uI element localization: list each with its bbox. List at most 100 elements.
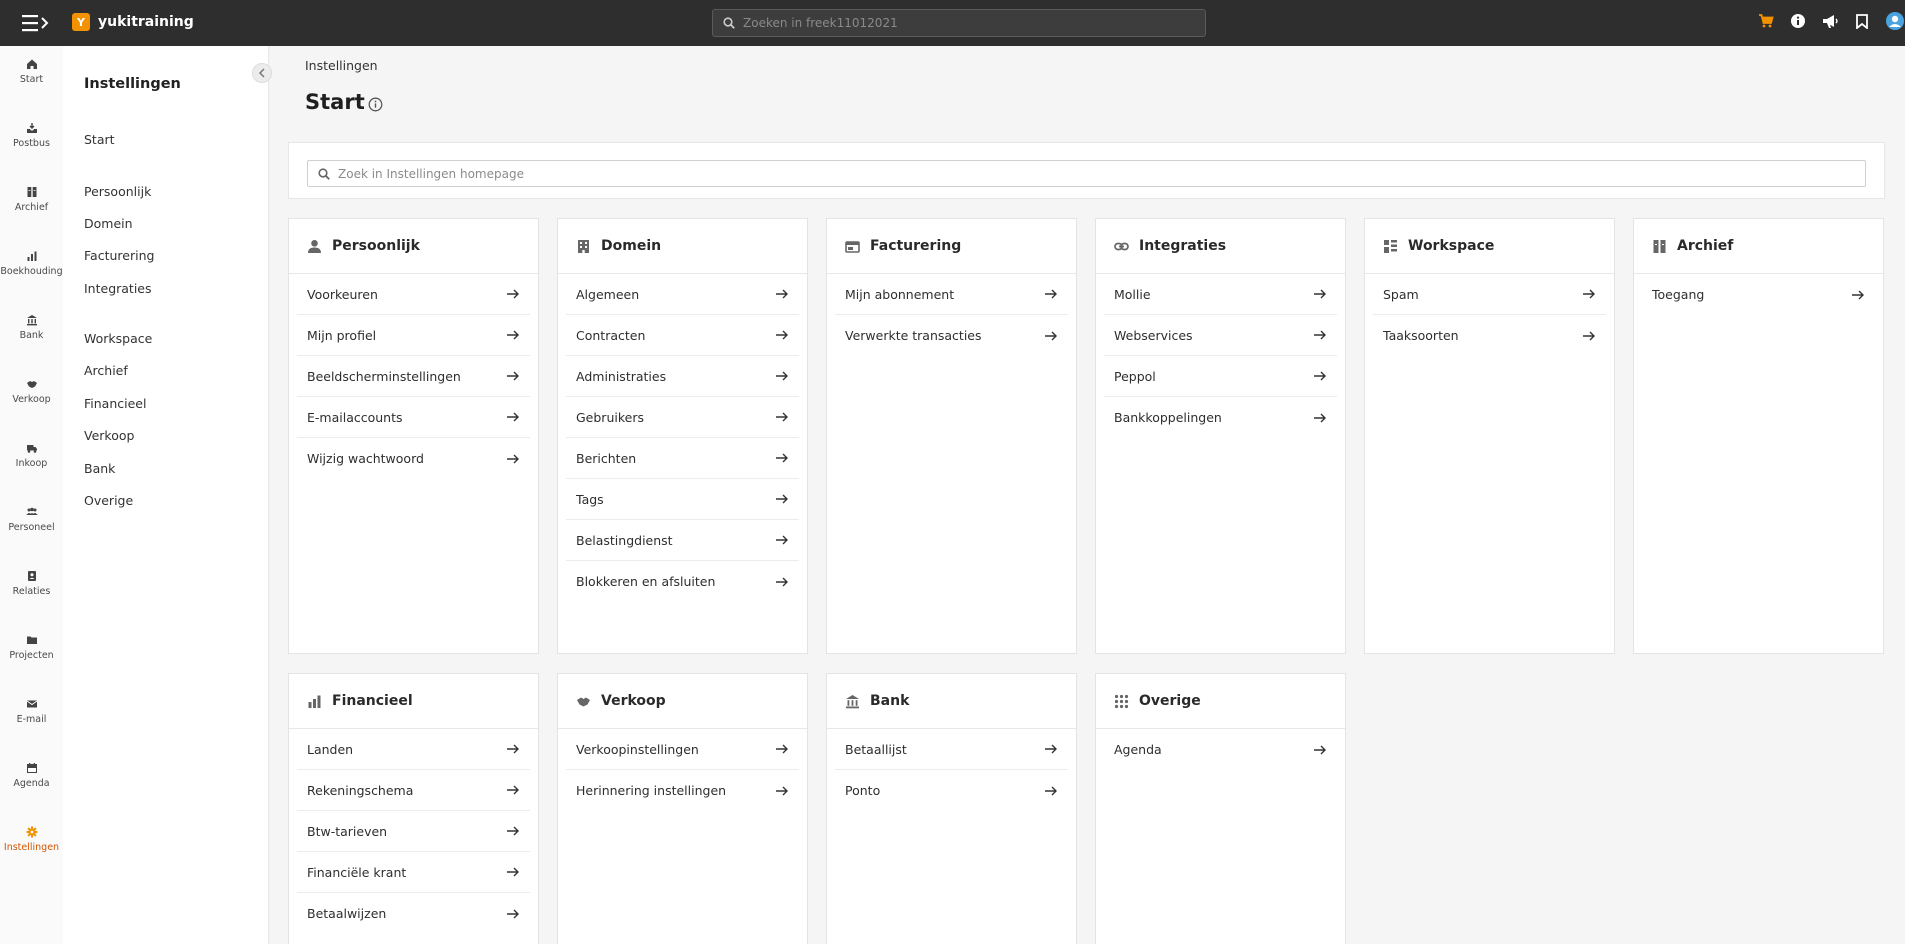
settings-link-label: Mijn profiel: [307, 327, 377, 343]
rail-item-relaties[interactable]: Relaties: [0, 558, 63, 618]
brand[interactable]: Y yukitraining: [72, 13, 194, 31]
collapse-subnav-button[interactable]: [252, 63, 272, 83]
settings-link[interactable]: Toegang: [1642, 274, 1875, 315]
settings-link[interactable]: Rekeningschema: [297, 770, 530, 811]
settings-link[interactable]: Agenda: [1104, 729, 1337, 770]
bank-icon: [846, 694, 859, 708]
subnav-title: Instellingen: [84, 76, 181, 92]
settings-link[interactable]: Taaksoorten: [1373, 315, 1606, 356]
settings-link[interactable]: Bankkoppelingen: [1104, 397, 1337, 438]
card-bank: Bank Betaallijst Ponto: [826, 673, 1077, 944]
subnav-item-integraties[interactable]: Integraties: [84, 281, 152, 296]
menu-toggle-icon[interactable]: [22, 14, 50, 32]
settings-link-label: Contracten: [576, 327, 646, 343]
settings-link[interactable]: Financiële krant: [297, 852, 530, 893]
settings-link[interactable]: Ponto: [835, 770, 1068, 811]
rail-label: Relaties: [12, 586, 51, 597]
rail-label: Agenda: [13, 778, 50, 789]
rail-item-boekhouding[interactable]: Boekhouding: [0, 238, 63, 298]
settings-link[interactable]: Mijn profiel: [297, 315, 530, 356]
settings-link[interactable]: Voorkeuren: [297, 274, 530, 315]
subnav-item-financieel[interactable]: Financieel: [84, 396, 146, 411]
brand-logo-icon: Y: [72, 13, 90, 31]
global-search-input[interactable]: [743, 16, 1183, 30]
user-avatar-icon[interactable]: [1885, 12, 1905, 30]
rail-item-projecten[interactable]: Projecten: [0, 622, 63, 682]
settings-link[interactable]: E-mailaccounts: [297, 397, 530, 438]
rail-item-start[interactable]: Start: [0, 46, 63, 106]
arrow-right-icon: [1314, 289, 1326, 299]
settings-link[interactable]: Mollie: [1104, 274, 1337, 315]
settings-link[interactable]: Verwerkte transacties: [835, 315, 1068, 356]
settings-link[interactable]: Beeldscherminstellingen: [297, 356, 530, 397]
settings-link-label: Voorkeuren: [307, 286, 378, 302]
rail-label: Postbus: [13, 138, 50, 149]
subnav-item-bank[interactable]: Bank: [84, 461, 115, 476]
settings-link[interactable]: Contracten: [566, 315, 799, 356]
settings-link[interactable]: Mijn abonnement: [835, 274, 1068, 315]
arrow-right-icon: [776, 330, 788, 340]
billing-icon: [845, 240, 860, 253]
settings-search[interactable]: [307, 160, 1866, 187]
rail-item-personeel[interactable]: Personeel: [0, 494, 63, 554]
global-search[interactable]: [712, 9, 1206, 37]
settings-link[interactable]: Blokkeren en afsluiten: [566, 561, 799, 602]
settings-link[interactable]: Wijzig wachtwoord: [297, 438, 530, 479]
rail-label: Inkoop: [15, 458, 48, 469]
subnav-item-facturering[interactable]: Facturering: [84, 248, 154, 263]
subnav-item-overige[interactable]: Overige: [84, 493, 133, 508]
info-circle-icon[interactable]: [368, 97, 383, 112]
settings-link[interactable]: Gebruikers: [566, 397, 799, 438]
settings-link[interactable]: Verkoopinstellingen: [566, 729, 799, 770]
subnav-item-persoonlijk[interactable]: Persoonlijk: [84, 184, 151, 199]
rail-item-email[interactable]: E-mail: [0, 686, 63, 746]
megaphone-icon[interactable]: [1821, 12, 1839, 30]
settings-link-label: Belastingdienst: [576, 532, 673, 548]
subnav-item-workspace[interactable]: Workspace: [84, 331, 152, 346]
settings-link[interactable]: Administraties: [566, 356, 799, 397]
settings-link-label: Landen: [307, 741, 354, 757]
info-icon[interactable]: [1789, 12, 1807, 30]
card-header: Bank: [827, 674, 1076, 729]
bookmark-icon[interactable]: [1853, 12, 1871, 30]
settings-link[interactable]: Peppol: [1104, 356, 1337, 397]
card-header: Persoonlijk: [289, 219, 538, 274]
settings-link-label: Mijn abonnement: [845, 286, 955, 302]
rail-item-postbus[interactable]: Postbus: [0, 110, 63, 170]
rail-label: Start: [19, 74, 44, 85]
rail-item-bank[interactable]: Bank: [0, 302, 63, 362]
rail-item-verkoop[interactable]: Verkoop: [0, 366, 63, 426]
settings-link[interactable]: Algemeen: [566, 274, 799, 315]
subnav-item-verkoop[interactable]: Verkoop: [84, 428, 134, 443]
settings-search-input[interactable]: [338, 166, 1838, 181]
settings-link[interactable]: Betaallijst: [835, 729, 1068, 770]
settings-link[interactable]: Landen: [297, 729, 530, 770]
cart-icon[interactable]: [1757, 12, 1775, 30]
subnav-item-domein[interactable]: Domein: [84, 216, 133, 231]
people-icon: [26, 507, 37, 515]
subnav-item-archief[interactable]: Archief: [84, 363, 128, 378]
breadcrumb[interactable]: Instellingen: [305, 58, 378, 73]
rail-label: E-mail: [16, 714, 47, 725]
arrow-right-icon: [507, 909, 519, 918]
settings-link[interactable]: Spam: [1373, 274, 1606, 315]
main-nav-rail: Start Postbus Archief Boekhouding Bank V…: [0, 46, 63, 944]
rail-item-agenda[interactable]: Agenda: [0, 750, 63, 810]
subnav-item-start[interactable]: Start: [84, 132, 115, 147]
arrow-right-icon: [776, 453, 788, 463]
card-archief: Archief Toegang: [1633, 218, 1884, 654]
settings-link-label: Verkoopinstellingen: [576, 741, 699, 757]
rail-item-instellingen[interactable]: Instellingen: [0, 814, 63, 874]
arrow-right-icon: [507, 289, 519, 299]
rail-item-archief[interactable]: Archief: [0, 174, 63, 234]
rail-item-inkoop[interactable]: Inkoop: [0, 430, 63, 490]
settings-link[interactable]: Tags: [566, 479, 799, 520]
settings-link[interactable]: Belastingdienst: [566, 520, 799, 561]
settings-link[interactable]: Btw-tarieven: [297, 811, 530, 852]
settings-link[interactable]: Berichten: [566, 438, 799, 479]
settings-subnav: Instellingen Start Persoonlijk Domein Fa…: [63, 46, 269, 944]
settings-link[interactable]: Herinnering instellingen: [566, 770, 799, 811]
settings-link-label: Toegang: [1652, 287, 1705, 302]
settings-link[interactable]: Betaalwijzen: [297, 893, 530, 934]
settings-link[interactable]: Webservices: [1104, 315, 1337, 356]
